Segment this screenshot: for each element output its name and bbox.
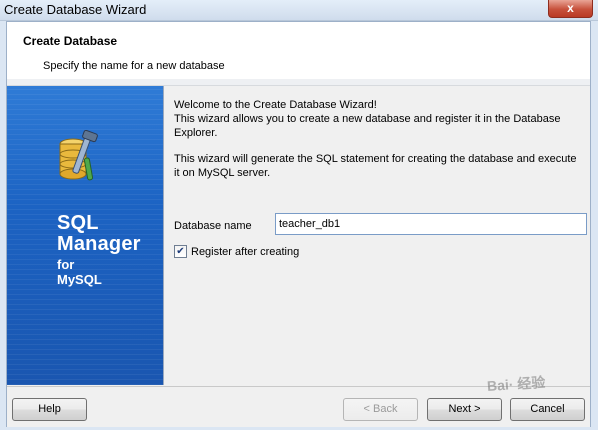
wizard-content: Welcome to the Create Database Wizard! T…	[164, 86, 590, 385]
brand-line-mysql: MySQL	[57, 272, 102, 287]
header-subtitle: Specify the name for a new database	[43, 60, 225, 72]
sql-info-text: This wizard will generate the SQL statem…	[174, 153, 577, 179]
close-button[interactable]: x	[548, 0, 593, 18]
register-checkbox-label: Register after creating	[191, 245, 300, 258]
database-name-label: Database name	[174, 220, 252, 232]
brand-panel: SQL Manager for MySQL	[7, 86, 164, 385]
brand-text: SQL Manager for MySQL	[57, 213, 141, 286]
register-checkbox-row[interactable]: ✔ Register after creating	[174, 245, 299, 258]
help-button[interactable]: Help	[12, 398, 87, 421]
baidu-watermark: Bai· 经验	[486, 373, 546, 395]
intro-text: Welcome to the Create Database Wizard! T…	[174, 99, 561, 139]
database-name-input[interactable]	[275, 213, 587, 235]
next-button[interactable]: Next >	[427, 398, 502, 421]
brand-line-sql: SQL	[57, 212, 99, 234]
back-button[interactable]: < Back	[343, 398, 418, 421]
window-title: Create Database Wizard	[4, 2, 147, 17]
header-title: Create Database	[23, 34, 118, 48]
cancel-button[interactable]: Cancel	[510, 398, 585, 421]
database-tools-icon	[59, 130, 98, 181]
title-bar: Create Database Wizard x	[0, 0, 598, 21]
wizard-dialog: Create Database Specify the name for a n…	[6, 21, 591, 427]
header-divider	[7, 79, 590, 86]
brand-line-for: for	[57, 257, 75, 272]
wizard-header: Create Database Specify the name for a n…	[7, 22, 590, 80]
register-checkbox[interactable]: ✔	[174, 245, 187, 258]
brand-line-manager: Manager	[57, 233, 141, 255]
